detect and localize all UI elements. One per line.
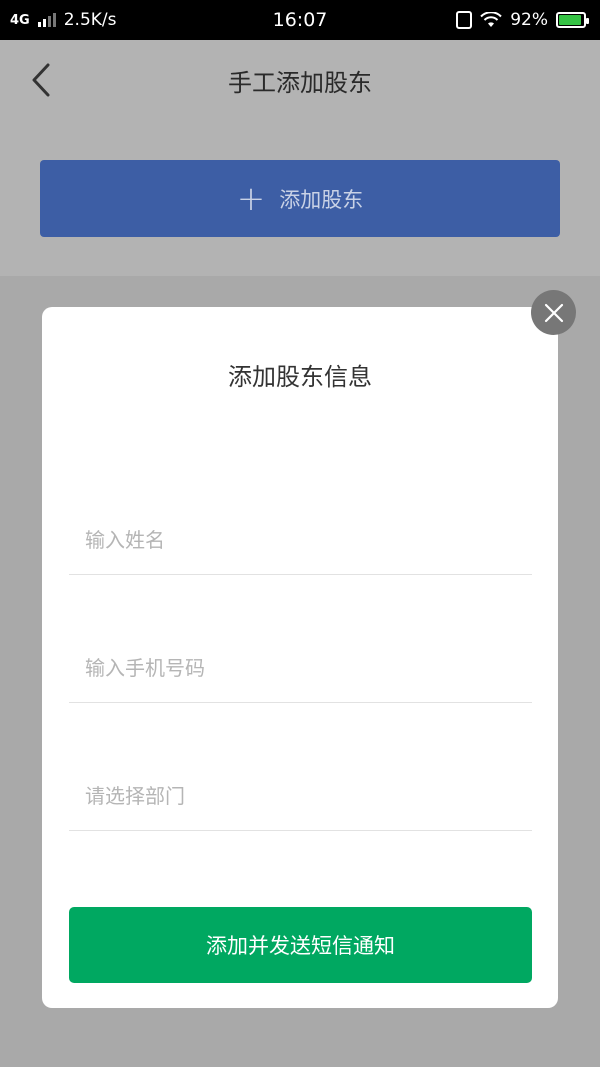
- submit-send-sms-button[interactable]: 添加并发送短信通知: [69, 907, 532, 983]
- close-icon[interactable]: [531, 290, 576, 335]
- battery-percent: 92%: [510, 10, 548, 30]
- add-shareholder-button[interactable]: + 添加股东: [40, 160, 560, 237]
- page-title: 手工添加股东: [228, 68, 372, 97]
- add-shareholder-dialog: 添加股东信息 添加并发送短信通知: [42, 307, 558, 1008]
- phone-field: [69, 633, 532, 703]
- chevron-left-icon[interactable]: [28, 62, 58, 98]
- add-shareholder-label: 添加股东: [279, 187, 364, 212]
- vibrate-icon: [456, 11, 473, 29]
- status-left: 4G 2.5K/s: [10, 10, 117, 30]
- phone-input[interactable]: [85, 633, 515, 703]
- network-type: 4G: [10, 12, 30, 28]
- top-panel: 手工添加股东 + 添加股东: [0, 40, 600, 276]
- dialog-title: 添加股东信息: [228, 363, 372, 391]
- battery-icon: [556, 12, 589, 28]
- name-field: [69, 505, 532, 575]
- close-glyph: [544, 303, 563, 322]
- status-bar: 4G 2.5K/s 16:07 92%: [0, 0, 600, 40]
- nav-bar: 手工添加股东: [0, 40, 600, 120]
- network-speed: 2.5K/s: [63, 10, 117, 30]
- wifi-icon: [480, 12, 502, 27]
- name-input[interactable]: [85, 505, 515, 575]
- status-right: 92%: [456, 10, 589, 30]
- department-select[interactable]: [85, 761, 515, 831]
- signal-icon: [37, 13, 56, 27]
- department-field: [69, 761, 532, 831]
- screen: 4G 2.5K/s 16:07 92% 手工添加股东 + 添加股东 添加股东信息…: [0, 0, 600, 1067]
- plus-icon: +: [236, 178, 266, 219]
